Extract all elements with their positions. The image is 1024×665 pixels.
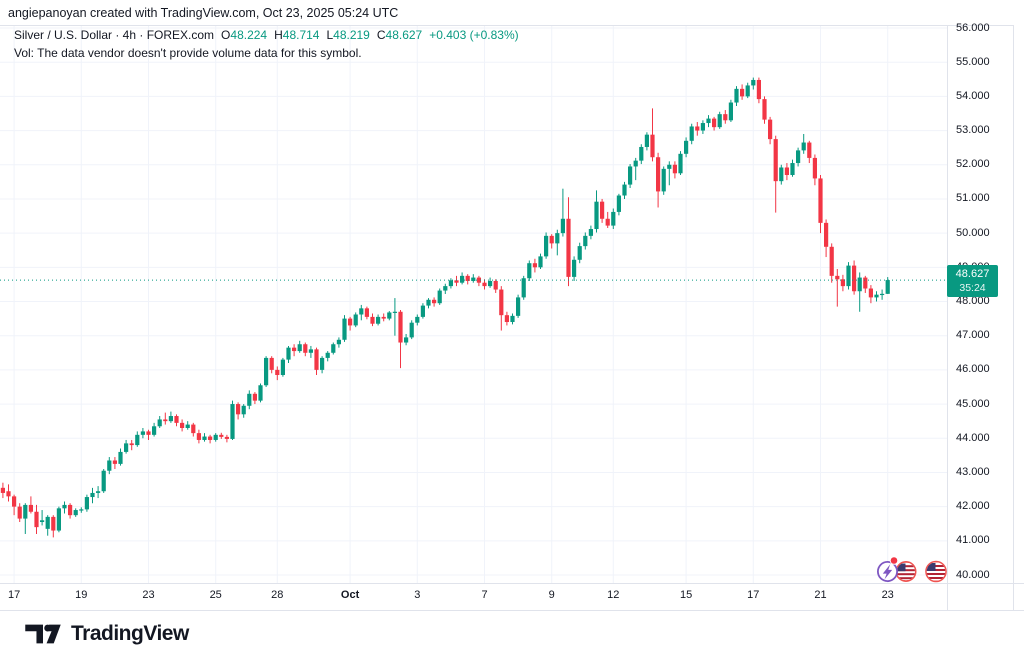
time-tick-label: 9 <box>549 589 555 601</box>
time-tick-label: 25 <box>210 589 222 601</box>
time-tick-label: 15 <box>680 589 692 601</box>
event-icons-row <box>866 553 950 593</box>
time-tick-label: 7 <box>481 589 487 601</box>
time-tick-label: 12 <box>607 589 619 601</box>
price-tick-label: 53.000 <box>956 124 990 137</box>
time-tick-label: 21 <box>814 589 826 601</box>
time-tick-label: 19 <box>75 589 87 601</box>
ohlc-item-c: C48.627 <box>377 28 422 42</box>
tradingview-logo-text[interactable]: TradingView <box>71 622 189 646</box>
price-tick-label: 43.000 <box>956 466 990 479</box>
time-tick-label: 17 <box>747 589 759 601</box>
price-tick-label: 42.000 <box>956 500 990 513</box>
ohlc-values: O48.224 H48.714 L48.219 C48.627 <box>214 28 422 42</box>
time-tick-label: 28 <box>271 589 283 601</box>
pane-right-border <box>1013 25 1014 610</box>
price-tick-label: 44.000 <box>956 432 990 445</box>
time-tick-label: 23 <box>142 589 154 601</box>
price-tick-label: 52.000 <box>956 158 990 171</box>
last-price-value: 48.627 <box>947 267 998 281</box>
tradingview-chart-export: angiepanoyan created with TradingView.co… <box>0 0 1024 665</box>
tradingview-logo-icon[interactable] <box>24 620 62 648</box>
price-tick-label: 51.000 <box>956 192 990 205</box>
time-tick-label: 3 <box>414 589 420 601</box>
ohlc-item-o: O48.224 <box>221 28 267 42</box>
footer: TradingView <box>24 620 189 648</box>
price-tick-label: 50.000 <box>956 227 990 240</box>
volume-note: Vol: The data vendor doesn't provide vol… <box>14 46 362 60</box>
price-tick-label: 55.000 <box>956 56 990 69</box>
time-tick-label: 17 <box>8 589 20 601</box>
price-tick-label: 40.000 <box>956 569 990 582</box>
us-flag-icon[interactable] <box>896 562 915 581</box>
time-axis-bottom-border <box>0 610 1024 611</box>
price-tick-label: 56.000 <box>956 22 990 35</box>
price-axis-border <box>947 25 948 610</box>
attribution-text: angiepanoyan created with TradingView.co… <box>8 6 398 20</box>
price-tick-label: 45.000 <box>956 398 990 411</box>
symbol-title: Silver / U.S. Dollar · 4h · FOREX.com <box>14 28 214 42</box>
ohlc-item-h: H48.714 <box>274 28 319 42</box>
price-tick-label: 54.000 <box>956 90 990 103</box>
ohlc-item-l: L48.219 <box>326 28 369 42</box>
price-change: +0.403 (+0.83%) <box>429 28 518 42</box>
candlestick-chart-canvas[interactable] <box>0 0 947 583</box>
time-tick-label: Oct <box>341 589 359 601</box>
price-tick-label: 46.000 <box>956 363 990 376</box>
price-tick-label: 41.000 <box>956 534 990 547</box>
notification-dot-icon <box>890 557 898 565</box>
us-flag-icon[interactable] <box>926 562 946 582</box>
last-price-badge[interactable]: 48.627 35:24 <box>947 265 998 297</box>
countdown-timer: 35:24 <box>947 281 998 295</box>
price-tick-label: 47.000 <box>956 329 990 342</box>
chart-legend: Silver / U.S. Dollar · 4h · FOREX.comO48… <box>14 26 519 62</box>
